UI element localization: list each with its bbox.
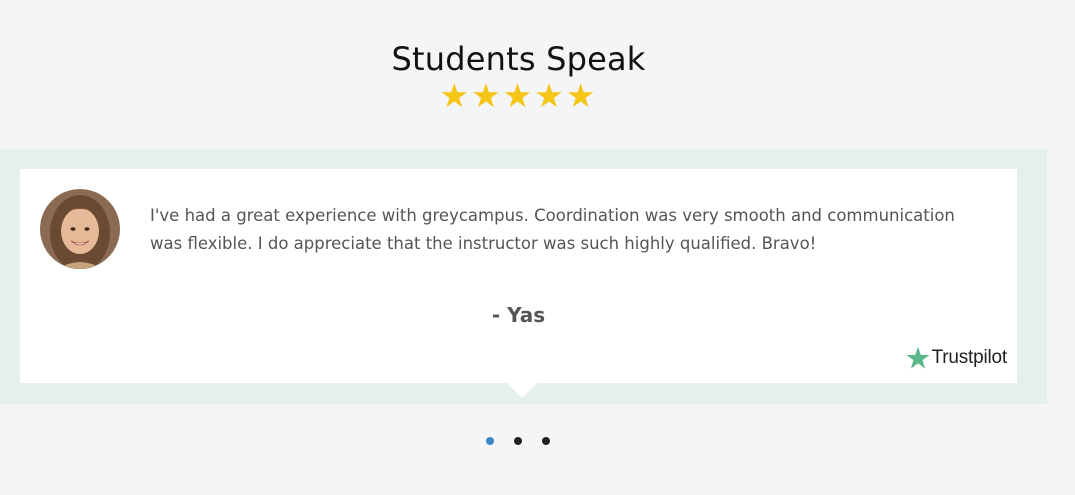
testimonial-quote: I've had a great experience with greycam… <box>150 206 955 253</box>
testimonial-card: I've had a great experience with greycam… <box>20 169 1017 383</box>
carousel-dot-1[interactable] <box>486 437 494 445</box>
card-pointer <box>507 383 537 398</box>
trustpilot-badge[interactable]: Trustpilot <box>905 345 1007 371</box>
avatar <box>40 189 120 269</box>
carousel-pagination <box>486 437 550 445</box>
trustpilot-label: Trustpilot <box>931 347 1008 368</box>
avatar-image <box>40 189 120 269</box>
carousel-dot-3[interactable] <box>542 437 550 445</box>
testimonial-author: - Yas <box>491 303 546 327</box>
trustpilot-star-icon <box>905 346 930 369</box>
rating-stars: ★★★★★ <box>439 76 598 115</box>
carousel-dot-2[interactable] <box>514 437 522 445</box>
section-title: Students Speak <box>391 40 646 78</box>
